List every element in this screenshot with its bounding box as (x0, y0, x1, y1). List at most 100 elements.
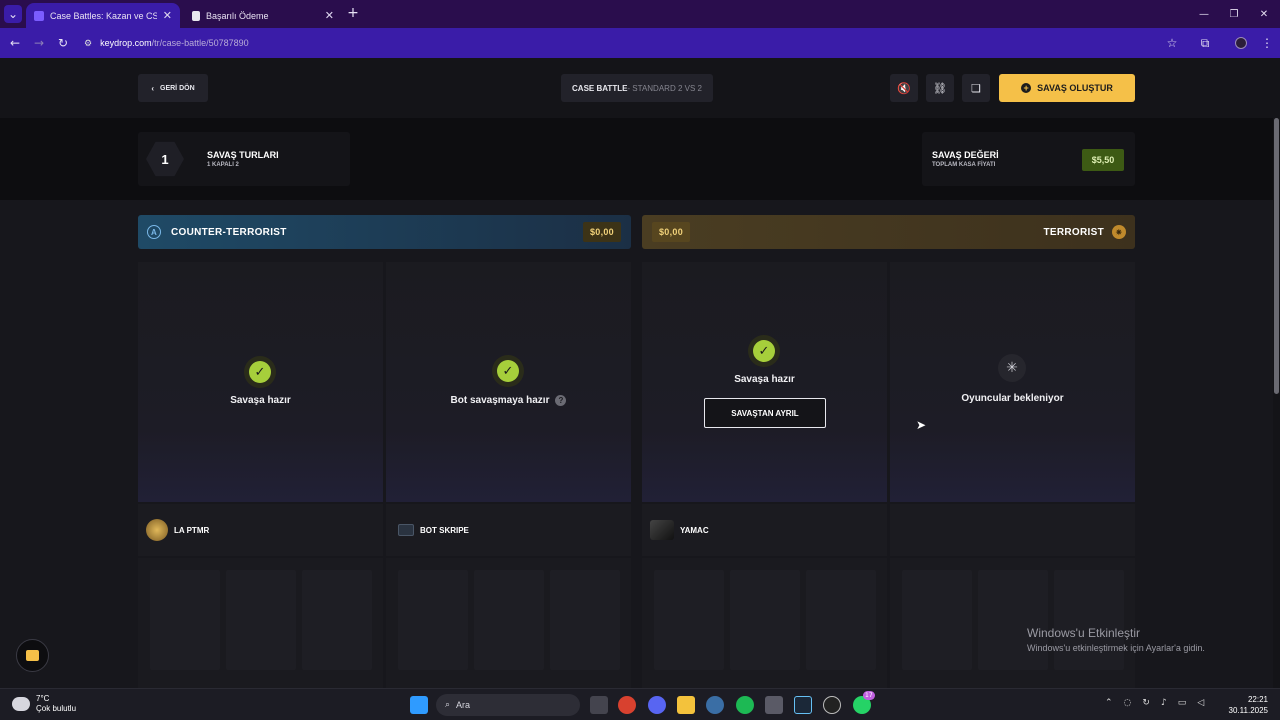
t-team-icon: ✷ (1112, 225, 1126, 239)
rounds-card: 1 SAVAŞ TURLARI 1 KAPALI 2 (138, 132, 350, 186)
player-slot-3: ✓ Savaşa hazır SAVAŞTAN AYRIL (642, 262, 887, 502)
player-row-2[interactable]: BOT SKRIPE (386, 504, 631, 556)
scrollbar-thumb[interactable] (1274, 118, 1279, 394)
windows-activation-title: Windows'u Etkinleştir (1027, 626, 1140, 640)
value-title: SAVAŞ DEĞERİ (932, 150, 999, 160)
clock[interactable]: 22:21 30.11.2025 (1222, 694, 1268, 716)
player-slot-2: ✓ Bot savaşmaya hazır ? (386, 262, 631, 502)
ready-check-icon: ✓ (492, 355, 524, 387)
back-button[interactable]: ‹ GERİ DÖN (138, 74, 208, 102)
mode-detail: - STANDARD 2 VS 2 (627, 83, 702, 93)
calculator-icon[interactable] (765, 696, 783, 714)
tab-case-battles[interactable]: Case Battles: Kazan ve CS2 (CS:GO) Skinl… (26, 3, 180, 28)
browser-tab-bar: ⌄ Case Battles: Kazan ve CS2 (CS:GO) Ski… (0, 0, 1280, 28)
ready-check-icon: ✓ (244, 356, 276, 388)
value-sub: TOPLAM KASA FİYATI (932, 162, 996, 168)
sync-icon[interactable]: ↻ (1142, 698, 1150, 708)
item-placeholder (474, 570, 544, 670)
microphone-icon[interactable]: ♪ (1161, 698, 1167, 708)
avatar (650, 520, 674, 540)
restore-icon[interactable]: ❐ (1222, 6, 1246, 22)
back-arrow-icon[interactable]: ← (6, 34, 24, 52)
item-placeholder (978, 570, 1048, 670)
avatar (146, 519, 168, 541)
tray-chevron-up-icon[interactable]: ⌃ (1105, 698, 1113, 708)
search-icon: ⌕ (445, 700, 451, 710)
reload-icon[interactable]: ↻ (54, 34, 72, 52)
chat-button[interactable] (16, 639, 49, 672)
tray-app-icon[interactable]: ◌ (1124, 698, 1132, 708)
whatsapp-icon[interactable]: 17 (853, 691, 875, 714)
forward-arrow-icon[interactable]: → (30, 34, 48, 52)
taskbar-search[interactable]: ⌕ Ara (436, 694, 580, 716)
search-label: Ara (456, 700, 471, 710)
mute-sound-button[interactable]: 🔇 (890, 74, 918, 102)
site-info-icon[interactable]: ⚙ (84, 38, 92, 49)
extensions-icon[interactable]: ⧉ (1196, 34, 1214, 52)
rounds-sub: 1 KAPALI 2 (207, 162, 239, 168)
item-placeholder (806, 570, 876, 670)
url-path: /tr/case-battle/50787890 (151, 38, 249, 48)
windows-activation-sub: Windows'u etkinleştirmek için Ayarlar'a … (1027, 643, 1205, 653)
copy-battle-button[interactable]: ❏ (962, 74, 990, 102)
steam-icon[interactable] (794, 696, 812, 714)
tab-title: Başarılı Ödeme (206, 10, 269, 21)
chevron-left-icon: ‹ (151, 83, 155, 93)
player-row-1[interactable]: LA PTMR (138, 504, 383, 556)
value-amount: $5,50 (1082, 149, 1124, 171)
menu-kebab-icon[interactable]: ⋮ (1258, 34, 1276, 52)
team-ct-bar: A COUNTER-TERRORIST $0,00 (138, 215, 631, 249)
slot-status: Bot savaşmaya hazır (450, 395, 550, 406)
ct-team-amount: $0,00 (582, 222, 621, 242)
create-battle-button[interactable]: + SAVAŞ OLUŞTUR (999, 74, 1135, 102)
obs-icon[interactable] (823, 696, 841, 714)
hexagon-round-icon: 1 (146, 141, 184, 177)
close-window-icon[interactable]: ✕ (1252, 6, 1276, 22)
file-explorer-icon[interactable] (677, 696, 695, 714)
item-placeholder (550, 570, 620, 670)
slot-status: Oyuncular bekleniyor (961, 393, 1064, 404)
item-area-3 (642, 558, 887, 688)
copy-link-button[interactable]: ⛓ (926, 74, 954, 102)
keydrop-favicon-icon (34, 10, 44, 21)
leave-battle-button[interactable]: SAVAŞTAN AYRIL (704, 398, 826, 428)
close-tab-icon[interactable]: ✕ (163, 9, 172, 22)
page-scrollbar[interactable] (1273, 58, 1280, 688)
slot-status: Savaşa hazır (734, 374, 795, 385)
windows-start-icon[interactable] (410, 696, 428, 714)
profile-avatar[interactable] (1232, 34, 1250, 52)
chrome-icon[interactable] (618, 696, 636, 714)
team-t-bar: $0,00 TERRORIST ✷ (642, 215, 1135, 249)
help-question-icon[interactable]: ? (555, 395, 567, 406)
network-icon[interactable]: ▭ (1178, 698, 1187, 708)
browser-toolbar: ← → ↻ ⚙ keydrop.com/tr/case-battle/50787… (0, 28, 1280, 58)
clock-time: 22:21 (1247, 695, 1268, 704)
item-area-2 (386, 558, 631, 688)
item-placeholder (730, 570, 800, 670)
tab-title: Case Battles: Kazan ve CS2 (CS:GO) Skinl… (50, 10, 157, 21)
mode-label: CASE BATTLE (572, 83, 628, 93)
bookmark-star-icon[interactable]: ☆ (1163, 34, 1181, 52)
page-content: ‹ GERİ DÖN CASE BATTLE - STANDARD 2 VS 2… (0, 58, 1280, 688)
minimize-icon[interactable]: — (1192, 6, 1216, 22)
spotify-icon[interactable] (736, 696, 754, 714)
settings-gear-icon[interactable] (706, 696, 724, 714)
task-view-icon[interactable] (590, 696, 608, 714)
volume-icon[interactable]: ◁ (1197, 698, 1204, 708)
battle-summary: 1 SAVAŞ TURLARI 1 KAPALI 2 SAVAŞ DEĞERİ … (0, 118, 1280, 200)
discord-icon[interactable] (648, 696, 666, 714)
loading-spinner-icon: ✳ (998, 354, 1026, 382)
tab-search-icon[interactable]: ⌄ (4, 5, 22, 23)
tab-payment[interactable]: Başarılı Ödeme ✕ (184, 3, 342, 28)
close-tab-icon[interactable]: ✕ (325, 9, 334, 22)
ready-check-icon: ✓ (748, 335, 780, 367)
new-tab-button[interactable]: + (344, 4, 362, 22)
bot-avatar (398, 524, 414, 536)
address-bar[interactable]: ⚙ keydrop.com/tr/case-battle/50787890 (84, 33, 1160, 53)
item-area-1 (138, 558, 383, 688)
system-tray[interactable]: ⌃ ◌ ↻ ♪ ▭ ◁ (1105, 698, 1204, 708)
player-row-3[interactable]: YAMAC (642, 504, 887, 556)
value-card: SAVAŞ DEĞERİ TOPLAM KASA FİYATI $5,50 (922, 132, 1135, 186)
item-area-4 (890, 558, 1135, 688)
weather-widget[interactable]: 7°C Çok bulutlu (12, 694, 76, 714)
